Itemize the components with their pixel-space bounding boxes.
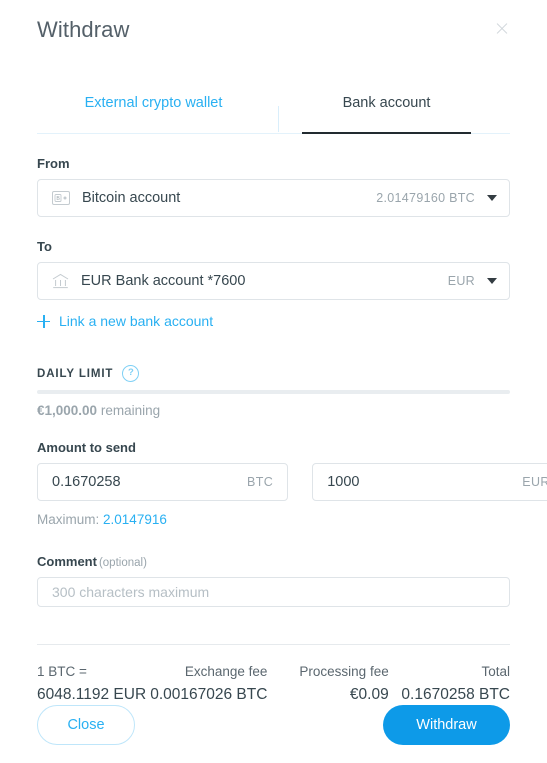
tab-label: External crypto wallet — [84, 95, 223, 111]
tab-bank-account[interactable]: Bank account — [302, 84, 471, 134]
page-title: Withdraw — [37, 17, 130, 42]
amount-crypto-input[interactable] — [52, 474, 239, 490]
daily-limit-header: DAILY LIMIT ? — [37, 365, 510, 382]
amount-fiat-currency: EUR — [522, 475, 547, 489]
comment-optional-text: (optional) — [98, 557, 147, 569]
summary-exchange-fee: Exchange fee 0.00167026 BTC — [146, 664, 267, 704]
tab-external-crypto-wallet[interactable]: External crypto wallet — [37, 84, 270, 134]
chevron-down-icon[interactable] — [487, 278, 497, 284]
from-account-select[interactable]: B Bitcoin account 2.01479160 BTC — [37, 179, 510, 217]
tab-label: Bank account — [342, 95, 431, 111]
to-account-select[interactable]: EUR Bank account *7600 EUR — [37, 262, 510, 300]
summary-rate: 1 BTC = 6048.1192 EUR — [37, 664, 146, 704]
amount-crypto-field[interactable]: BTC — [37, 463, 289, 501]
summary-processing-fee: Processing fee €0.09 — [267, 664, 388, 704]
amount-label: Amount to send — [37, 440, 136, 455]
tab-separator — [278, 106, 279, 132]
fee-summary: 1 BTC = 6048.1192 EUR Exchange fee 0.001… — [0, 664, 547, 704]
wallet-icon: B — [52, 191, 70, 205]
summary-rate-key: 1 BTC = — [37, 664, 87, 679]
daily-limit-remaining: €1,000.00 remaining — [37, 403, 510, 418]
daily-limit-title: DAILY LIMIT — [37, 367, 114, 380]
link-new-bank-account-label: Link a new bank account — [59, 313, 214, 329]
amount-fiat-input[interactable] — [327, 474, 515, 490]
maximum-row: Maximum: 2.0147916 — [37, 512, 510, 527]
comment-field[interactable] — [37, 577, 510, 607]
summary-total: Total 0.1670258 BTC — [389, 664, 510, 704]
amount-fiat-field[interactable]: EUR — [312, 463, 547, 501]
summary-exchange-fee-key: Exchange fee — [184, 664, 268, 679]
maximum-value[interactable]: 2.0147916 — [103, 512, 167, 527]
help-circle-icon[interactable]: ? — [122, 365, 140, 382]
summary-total-value: 0.1670258 BTC — [401, 686, 510, 703]
amount-row: BTC EUR — [37, 463, 547, 501]
amount-crypto-currency: BTC — [247, 475, 274, 489]
comment-label-text: Comment — [37, 554, 97, 569]
to-account-name: EUR Bank account *7600 — [81, 273, 246, 289]
comment-label: Comment (optional) — [37, 554, 510, 569]
svg-text:B: B — [56, 196, 60, 202]
close-icon[interactable] — [493, 20, 511, 38]
daily-limit-progress-bar — [37, 390, 510, 394]
from-label: From — [37, 156, 70, 171]
from-account-balance: 2.01479160 BTC — [376, 191, 475, 205]
withdraw-modal: Withdraw External crypto wallet Bank acc… — [0, 0, 547, 763]
maximum-label: Maximum: — [37, 512, 100, 527]
modal-footer: Close Withdraw — [0, 705, 547, 745]
plus-icon — [37, 314, 50, 328]
summary-processing-fee-key: Processing fee — [299, 664, 389, 679]
summary-rate-value: 6048.1192 EUR — [37, 686, 147, 703]
tab-bar: External crypto wallet Bank account — [0, 84, 547, 134]
link-new-bank-account-button[interactable]: Link a new bank account — [37, 313, 510, 329]
to-label: To — [37, 239, 52, 254]
daily-limit-amount: €1,000.00 — [37, 403, 98, 418]
modal-body: From B Bitcoin account 2.01479160 BTC To — [0, 156, 547, 607]
from-account-name: Bitcoin account — [82, 190, 181, 206]
comment-input[interactable] — [52, 584, 495, 600]
bank-icon — [52, 273, 69, 289]
summary-exchange-fee-value: 0.00167026 BTC — [150, 686, 268, 703]
summary-processing-fee-value: €0.09 — [349, 686, 389, 703]
close-button[interactable]: Close — [37, 705, 135, 745]
withdraw-button[interactable]: Withdraw — [383, 705, 510, 745]
to-account-currency: EUR — [447, 274, 475, 288]
daily-limit-suffix: remaining — [100, 403, 161, 418]
modal-header: Withdraw — [0, 0, 547, 62]
summary-total-key: Total — [481, 664, 510, 679]
summary-divider — [37, 644, 510, 645]
chevron-down-icon[interactable] — [487, 195, 497, 201]
